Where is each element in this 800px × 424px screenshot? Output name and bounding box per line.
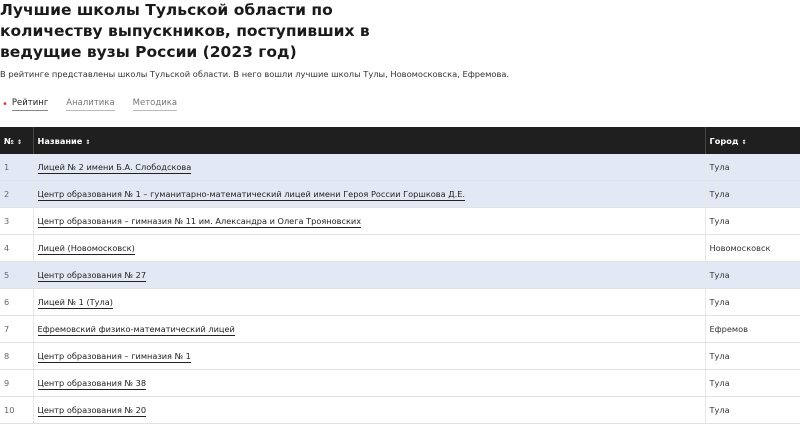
school-link[interactable]: Центр образования – гимназия № 1 xyxy=(37,351,191,363)
tab-rating[interactable]: Рейтинг xyxy=(11,98,49,111)
table-row: 8 Центр образования – гимназия № 1 Тула xyxy=(0,342,800,370)
row-city: Тула xyxy=(705,288,800,316)
row-name-cell: Лицей № 1 (Тула) xyxy=(33,288,706,316)
table-row: 5 Центр образования № 27 Тула xyxy=(0,261,800,289)
school-link[interactable]: Лицей (Новомосковск) xyxy=(37,243,135,255)
row-city: Тула xyxy=(705,261,800,289)
column-header-city[interactable]: Город ⇕ xyxy=(705,127,800,154)
row-name-cell: Центр образования № 38 xyxy=(33,369,706,397)
row-name-cell: Центр образования № 20 xyxy=(33,396,706,424)
table-row: 9 Центр образования № 38 Тула xyxy=(0,369,800,397)
row-rank: 1 xyxy=(0,154,34,181)
column-header-name[interactable]: Название ⇕ xyxy=(33,127,706,154)
intro-text: В рейтинге представлены школы Тульской о… xyxy=(0,69,510,79)
sort-icon: ⇕ xyxy=(85,138,91,146)
page-title: Лучшие школы Тульской области по количес… xyxy=(0,1,370,61)
tabs: • Рейтинг Аналитика Методика xyxy=(0,98,195,111)
row-rank: 10 xyxy=(0,396,34,424)
table-row: 7 Ефремовский физико-математический лицей… xyxy=(0,315,800,343)
rating-table: № ⇕ Название ⇕ Город ⇕ 1 Лицей № 2 имени Б.А… xyxy=(0,127,800,424)
school-link[interactable]: Ефремовский физико-математический лицей xyxy=(37,324,235,336)
row-rank: 7 xyxy=(0,315,34,343)
school-link[interactable]: Центр образования – гимназия № 11 им. Ал… xyxy=(37,216,362,228)
row-city: Тула xyxy=(705,369,800,397)
row-name-cell: Ефремовский физико-математический лицей xyxy=(33,315,706,343)
tab-methodology[interactable]: Методика xyxy=(132,98,178,111)
row-rank: 3 xyxy=(0,207,34,235)
row-city: Тула xyxy=(705,180,800,208)
school-link[interactable]: Центр образования № 27 xyxy=(37,270,147,282)
sort-icon: ⇕ xyxy=(16,138,22,146)
table-row: 4 Лицей (Новомосковск) Новомосковск xyxy=(0,234,800,262)
row-rank: 2 xyxy=(0,180,34,208)
row-rank: 8 xyxy=(0,342,34,370)
row-rank: 4 xyxy=(0,234,34,262)
table-header-row: № ⇕ Название ⇕ Город ⇕ xyxy=(0,127,800,154)
row-rank: 5 xyxy=(0,261,34,289)
row-name-cell: Центр образования – гимназия № 11 им. Ал… xyxy=(33,207,706,235)
tab-analytics[interactable]: Аналитика xyxy=(66,98,115,111)
table-row: 6 Лицей № 1 (Тула) Тула xyxy=(0,288,800,316)
sort-icon: ⇕ xyxy=(741,138,747,146)
school-link[interactable]: Центр образования № 38 xyxy=(37,378,147,390)
school-link[interactable]: Лицей № 2 имени Б.А. Слободскова xyxy=(37,162,192,174)
row-city: Тула xyxy=(705,207,800,235)
row-name-cell: Лицей № 2 имени Б.А. Слободскова xyxy=(33,154,706,181)
row-city: Тула xyxy=(705,396,800,424)
table-row: 1 Лицей № 2 имени Б.А. Слободскова Тула xyxy=(0,154,800,181)
table-row: 3 Центр образования – гимназия № 11 им. А… xyxy=(0,207,800,235)
row-city: Тула xyxy=(705,154,800,181)
row-name-cell: Центр образования № 27 xyxy=(33,261,706,289)
row-name-cell: Центр образования – гимназия № 1 xyxy=(33,342,706,370)
row-name-cell: Центр образования № 1 – гуманитарно-мате… xyxy=(33,180,706,208)
row-name-cell: Лицей (Новомосковск) xyxy=(33,234,706,262)
table-row: 10 Центр образования № 20 Тула xyxy=(0,396,800,424)
row-city: Ефремов xyxy=(705,315,800,343)
school-link[interactable]: Лицей № 1 (Тула) xyxy=(37,297,113,309)
active-tab-dot-icon: • xyxy=(2,98,8,110)
row-rank: 9 xyxy=(0,369,34,397)
row-rank: 6 xyxy=(0,288,34,316)
row-city: Тула xyxy=(705,342,800,370)
column-header-num[interactable]: № ⇕ xyxy=(0,127,34,154)
row-city: Новомосковск xyxy=(705,234,800,262)
table-row: 2 Центр образования № 1 – гуманитарно-мат… xyxy=(0,180,800,208)
school-link[interactable]: Центр образования № 20 xyxy=(37,405,147,417)
school-link[interactable]: Центр образования № 1 – гуманитарно-мате… xyxy=(37,189,466,201)
